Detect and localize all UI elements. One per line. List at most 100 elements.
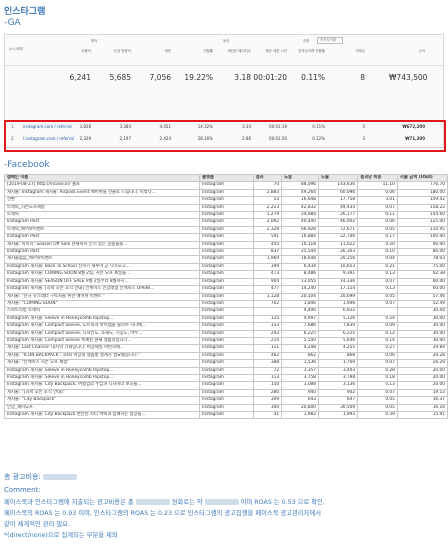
fb-cell: 30.44 [396,307,448,316]
fb-campaign-name: 전환 [3,196,201,205]
fb-cell: Instagram [199,196,254,205]
fb-table-row[interactable]: Instagram 게시물: COMING SOON 8월 2일, 시즌 오프 … [3,270,448,279]
fb-table-row[interactable]: 게시물: "신규 뉴스레터 구독자를 위한 에어팟 이벤트 " Instagram… [3,292,448,301]
ga-row-value: 0.11% [312,124,325,129]
fb-table-row[interactable]: Instagram 게시물: Compact Sleeve, 디자인도, 소재도… [3,329,448,338]
fb-cell: 243 [252,329,283,338]
fb-cell: 9,391 [318,270,359,279]
fb-table-row[interactable]: 트래픽 Instagram 1,279 24,984 26,177 0.11 144.60 [3,211,448,220]
ga-col-header[interactable]: 거래수 [335,49,365,54]
ga-col-header[interactable]: 평균 세션 시간 [257,49,287,54]
fb-cell: 6,225 [281,329,320,338]
fb-campaign-name: Instagram 게시물: Back To School 신학기 새루어 곧 … [3,262,201,272]
fb-cell: 0.10 [357,248,398,257]
fb-cell: 18,648 [281,255,320,264]
fb-cell: 66,928 [281,225,320,235]
fb-cell: 10,653 [318,262,359,272]
fb-table-row[interactable]: 게시물: Instagram 게시물: Airpods Event 에어팟을 선… [3,188,448,198]
ga-col-header[interactable]: 세션당 페이지수 [221,49,251,54]
fb-table-row[interactable]: 게시물: 이미지: Season Off Sale 현재까지 인기 있는 상품들… [3,240,448,250]
fb-table-row[interactable]: 전환 Instagram 53 16,648 17,758 3.01 159.42 [3,196,448,205]
fb-col-header[interactable]: 플랫폼 [199,173,254,183]
fb-table-row[interactable]: 트래픽_에어팟이벤트 Instagram 2,329 66,928 72,671 0.05… [3,225,448,235]
fb-col-header[interactable]: 결과 [252,173,283,183]
fb-table-row[interactable]: 트래픽_시즌오프세일 Instagram 2,223 42,832 49,434 0.07… [3,203,448,213]
fb-campaign-name: Instagram Post [3,233,201,242]
fb-table-row[interactable]: 게시물: "ICON BACKPACK : 10회 이상의 설품할 설계가 필요… [3,351,448,361]
fb-cell: 60.00 [396,277,448,287]
fb-cell: Instagram [199,388,254,398]
fb-table-row[interactable]: Instagram 게시물: Sleeve in Honeycomb Ripst… [3,366,448,375]
fb-cell: 20.00 [396,381,448,390]
fb-table-row[interactable]: 게시물: "[괴팍 오픈 소식 안내]" Instagram 280 940 942 0.… [3,388,448,398]
fb-table-row[interactable]: Instagram 게시물: Compact Sleeve, 노트북과 아이템을… [3,322,448,331]
ga-row-value: ₩672,200 [402,124,425,129]
fb-cell: 940 [281,388,320,398]
ga-filter-select[interactable]: 전자상거래 [317,37,344,44]
fb-table-row[interactable]: [2019-08-27] http://incase.kr/ 홈포 Instagr… [3,181,448,190]
comment-line-1: 페이스북과 인스타그램에 지출되는 광고비용은 총 원화로는 약 이며 ROAS… [4,499,325,506]
ga-table-row[interactable]: 2. l.instagram.com / referral 2,329 2,197 2,… [5,136,443,148]
fb-cell: 1,846 [281,299,320,309]
fb-table-row[interactable]: Instagram Post Instagram 2,092 40,440 46,902… [3,218,448,227]
ga-col-header[interactable]: 세션 [141,49,171,54]
fb-campaign-name: 게시물없음_에어팟이벤트 [3,255,201,264]
ga-total-value: 8 [360,73,365,82]
fb-cell: 0.18 [357,373,398,383]
fb-cell: 3,403 [318,366,359,375]
fb-table-row[interactable]: Instagram 게시물: [괴팍 오픈 소식 안내] 인케이스 인앙래형 인… [3,285,448,294]
fb-table-row[interactable]: 게시물: "COMING SOON" Instagram 762 1,846 1,906… [3,299,448,309]
ga-col-header[interactable]: 전자상거래 전환율 [295,49,325,54]
fb-table-row[interactable]: 인앙_세미오프 Instagram 340 20,800 30,509 0.05 16.16 [3,403,448,413]
fb-col-header[interactable]: 캠페인 이름 [3,173,201,183]
fb-cell: Instagram [199,188,254,198]
ga-col-header[interactable]: 사용자 [61,49,91,54]
fb-cell: 72 [252,366,283,375]
fb-cell: 942 [318,388,359,398]
fb-campaign-name: 게시물: Instagram 게시물: Airpods Event 에어팟을 선… [3,188,201,198]
fb-cell: Instagram [199,218,254,227]
fb-table-row[interactable]: Instagram 게시물: City Backpack, 여행업의 수납과 디… [3,381,448,390]
fb-table-row[interactable]: 스마트리빙 트래픽 Instagram 4,406 6,922 30.44 [3,307,448,316]
fb-col-header[interactable]: 결과당 비용 [357,173,398,183]
fb-cell: 7,830 [318,322,359,331]
fb-cell: 17,758 [318,196,359,205]
fb-col-header[interactable]: 도달 [281,173,320,183]
fb-campaign-name: [2019-08-27] http://incase.kr/ 홈포 [3,181,201,190]
ga-col-header[interactable]: 신규 방문자 [101,49,131,54]
fb-cell: 349 [252,262,283,272]
fb-table-row[interactable]: Instagram 게시물: City Backpack 편안한 시티 백팩과 … [3,410,448,420]
fb-cell: 0.07 [357,299,398,309]
ga-col-header[interactable]: 수익 [395,49,425,54]
fb-cell: 214 [252,336,283,346]
fb-cell: 0.12 [357,329,398,338]
fb-table-row[interactable]: Instagram 게시물: Back To School 신학기 새루어 곧 … [3,262,448,272]
fb-cell: Instagram [199,314,254,324]
fb-table-row[interactable]: 게시물: "City Backpack" Instagram 309 643 647 0.… [3,396,448,405]
fb-table-row[interactable]: 게시물없음_에어팟이벤트 Instagram 1,969 18,648 20,156 0.… [3,255,448,264]
fb-table-row[interactable]: Instagram Post Instagram 837 25,544 26,303 0.… [3,248,448,257]
fb-cell: 49,264 [281,188,320,198]
fb-col-header[interactable]: 노출 [318,173,359,183]
ga-col-header[interactable]: 이탈률 [183,49,213,54]
fb-cell: 159.42 [396,196,448,205]
fb-cell: Instagram [199,322,254,331]
fb-table-row[interactable]: Instagram 게시물: SEASON OFF SALE 9월 2일부터 8… [3,277,448,287]
ga-table-row[interactable]: 1. instagram.com / referral 3,828 3,384 4,45… [5,124,443,136]
fb-campaign-name: 게시물: "인케이스 시즌 오프 세일" [3,359,201,368]
fb-cell: 60.00 [396,285,448,294]
ga-total-value: 0.11% [301,73,325,82]
fb-campaign-name: 트래픽_에어팟이벤트 [3,225,201,235]
fb-cell: Instagram [199,285,254,294]
ga-row-value: 2,329 [79,136,91,141]
fb-table-row[interactable]: 게시물: "인케이스 시즌 오프 세일" Instagram 388 1,536 1,7… [3,359,448,368]
total-cost-label: 총 광고비용: [4,473,41,481]
fb-table-row[interactable]: 게시물: Last Chance! 대지막 기회입니다. 비장세일 마련하에..… [3,344,448,353]
fb-table-row[interactable]: Instagram 게시물: Compact Sleeve 특제된 원재 생활리… [3,336,448,346]
fb-cell: 3,798 [318,373,359,383]
fb-cell: 90.00 [396,240,448,250]
fb-table-row[interactable]: Instagram Post Instagram 591 16,884 22,746 0.… [3,233,448,242]
fb-table-row[interactable]: Instagram 게시물: Sleeve in Honeycomb Ripst… [3,314,448,324]
fb-col-header[interactable]: 지출 금액 (USD) [396,173,448,183]
fb-table-row[interactable]: Instagram 게시물: Sleeve in Honeycomb Ripst… [3,373,448,383]
